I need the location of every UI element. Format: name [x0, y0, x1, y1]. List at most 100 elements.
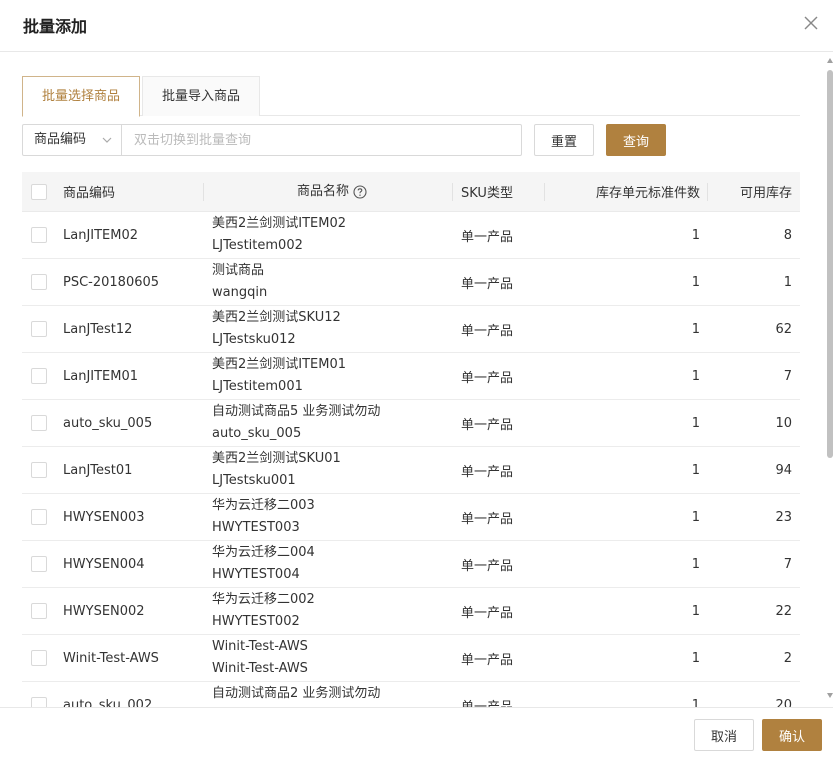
- scrollbar-thumb[interactable]: [827, 70, 833, 458]
- cell-name-primary: 华为云迁移二002: [212, 592, 315, 607]
- cell-name-primary: 美西2兰剑测试ITEM02: [212, 216, 347, 231]
- cell-name-primary: 美西2兰剑测试SKU12: [212, 310, 341, 325]
- cell-name-primary: 华为云迁移二003: [212, 498, 315, 513]
- column-resize-handle[interactable]: [544, 183, 545, 201]
- table-row[interactable]: LanJITEM01 美西2兰剑测试ITEM01 LJTestitem001 单…: [22, 353, 800, 400]
- row-checkbox[interactable]: [31, 415, 47, 431]
- cancel-button[interactable]: 取消: [694, 719, 754, 751]
- reset-button[interactable]: 重置: [534, 124, 594, 156]
- cell-available: 62: [775, 321, 792, 337]
- cell-name-secondary: LJTestitem002: [212, 238, 303, 253]
- search-field-select[interactable]: 商品编码: [22, 124, 122, 156]
- cell-name-primary: 华为云迁移二004: [212, 545, 315, 560]
- row-checkbox-cell: [31, 447, 47, 493]
- cell-name-secondary: LJTestsku012: [212, 332, 296, 347]
- header-name-label: 商品名称: [296, 183, 349, 199]
- tab-bar: 批量选择商品 批量导入商品: [22, 76, 800, 117]
- header-name: 商品名称: [212, 172, 452, 211]
- cell-name-secondary: wangqin: [212, 285, 268, 300]
- help-icon[interactable]: [353, 184, 367, 199]
- table-row[interactable]: LanJTest12 美西2兰剑测试SKU12 LJTestsku012 单一产…: [22, 306, 800, 353]
- search-field-select-value: 商品编码: [34, 132, 87, 147]
- cell-code: LanJITEM02: [63, 227, 139, 243]
- cell-std-count: 1: [691, 603, 700, 619]
- cell-sku-type: 单一产品: [461, 605, 514, 621]
- cell-sku-type: 单一产品: [461, 417, 514, 433]
- cell-name: 美西2兰剑测试ITEM01 LJTestitem001: [212, 353, 452, 399]
- row-checkbox[interactable]: [31, 321, 47, 337]
- query-button[interactable]: 查询: [606, 124, 666, 156]
- cell-std-count: 1: [691, 556, 700, 572]
- cell-code: auto_sku_005: [63, 415, 153, 431]
- table-row[interactable]: PSC-20180605 测试商品 wangqin 单一产品 1 1: [22, 259, 800, 306]
- cell-name-secondary: LJTestsku001: [212, 473, 296, 488]
- cell-code: LanJTest12: [63, 321, 133, 337]
- dialog-body: 批量选择商品 批量导入商品 商品编码 重置 查询 商品编码 商品名称: [0, 52, 826, 708]
- row-checkbox[interactable]: [31, 603, 47, 619]
- select-all-checkbox[interactable]: [31, 183, 47, 200]
- tab-batch-import[interactable]: 批量导入商品: [142, 76, 260, 116]
- cell-std-count: 1: [691, 650, 700, 666]
- cell-std-count: 1: [691, 462, 700, 478]
- cell-available: 7: [783, 556, 792, 572]
- close-icon[interactable]: [801, 13, 821, 33]
- row-checkbox-cell: [31, 635, 47, 681]
- cell-code: HWYSEN003: [63, 509, 145, 525]
- cell-name: 自动测试商品2 业务测试勿动 auto_sku_002: [212, 682, 452, 708]
- scroll-down-arrow-icon[interactable]: [827, 693, 833, 698]
- cell-available: 10: [775, 415, 792, 431]
- table-row[interactable]: LanJTest01 美西2兰剑测试SKU01 LJTestsku001 单一产…: [22, 447, 800, 494]
- row-checkbox[interactable]: [31, 650, 47, 666]
- header-available: 可用库存: [739, 186, 792, 201]
- cell-name-secondary: HWYTEST003: [212, 520, 300, 535]
- cell-code: LanJTest01: [63, 462, 133, 478]
- column-resize-handle[interactable]: [452, 183, 453, 201]
- cell-name: 测试商品 wangqin: [212, 259, 452, 305]
- cell-available: 2: [783, 650, 792, 666]
- cell-sku-type: 单一产品: [461, 558, 514, 574]
- table-row[interactable]: Winit-Test-AWS Winit-Test-AWS Winit-Test…: [22, 635, 800, 682]
- cell-name: 自动测试商品5 业务测试勿动 auto_sku_005: [212, 400, 452, 446]
- table-row[interactable]: auto_sku_005 自动测试商品5 业务测试勿动 auto_sku_005…: [22, 400, 800, 447]
- table-row[interactable]: HWYSEN003 华为云迁移二003 HWYTEST003 单一产品 1 23: [22, 494, 800, 541]
- cell-name-primary: 美西2兰剑测试SKU01: [212, 451, 341, 466]
- header-std-count: 库存单元标准件数: [595, 186, 700, 201]
- table-row[interactable]: LanJITEM02 美西2兰剑测试ITEM02 LJTestitem002 单…: [22, 212, 800, 259]
- cell-sku-type: 单一产品: [461, 229, 514, 245]
- row-checkbox[interactable]: [31, 227, 47, 243]
- cell-name-secondary: HWYTEST004: [212, 567, 300, 582]
- tab-batch-select[interactable]: 批量选择商品: [22, 76, 140, 117]
- dialog-footer: 取消 确认: [0, 707, 833, 761]
- row-checkbox[interactable]: [31, 274, 47, 290]
- cell-name-primary: Winit-Test-AWS: [212, 639, 308, 654]
- scroll-up-arrow-icon[interactable]: [827, 58, 833, 63]
- cell-std-count: 1: [691, 697, 700, 709]
- header-sku-type: SKU类型: [461, 186, 513, 201]
- cell-name: 美西2兰剑测试SKU12 LJTestsku012: [212, 306, 452, 352]
- search-bar: 商品编码 重置 查询: [22, 124, 802, 156]
- row-checkbox[interactable]: [31, 368, 47, 384]
- cell-name: 美西2兰剑测试ITEM02 LJTestitem002: [212, 212, 452, 258]
- cell-std-count: 1: [691, 368, 700, 384]
- table-row[interactable]: HWYSEN004 华为云迁移二004 HWYTEST004 单一产品 1 7: [22, 541, 800, 588]
- column-resize-handle[interactable]: [203, 183, 204, 201]
- cell-code: auto_sku_002: [63, 697, 153, 709]
- cell-code: Winit-Test-AWS: [63, 650, 159, 666]
- header-checkbox-cell: [31, 172, 47, 211]
- row-checkbox[interactable]: [31, 462, 47, 478]
- cell-name-primary: 自动测试商品2 业务测试勿动: [212, 686, 381, 701]
- cell-available: 1: [783, 274, 792, 290]
- row-checkbox[interactable]: [31, 556, 47, 572]
- cell-std-count: 1: [691, 227, 700, 243]
- cell-std-count: 1: [691, 509, 700, 525]
- cell-name-secondary: Winit-Test-AWS: [212, 661, 308, 676]
- cell-available: 94: [775, 462, 792, 478]
- table-row[interactable]: auto_sku_002 自动测试商品2 业务测试勿动 auto_sku_002…: [22, 682, 800, 708]
- row-checkbox-cell: [31, 541, 47, 587]
- table-row[interactable]: HWYSEN002 华为云迁移二002 HWYTEST002 单一产品 1 22: [22, 588, 800, 635]
- row-checkbox-cell: [31, 353, 47, 399]
- cell-code: HWYSEN004: [63, 556, 145, 572]
- row-checkbox[interactable]: [31, 509, 47, 525]
- search-input[interactable]: [121, 124, 522, 156]
- confirm-button[interactable]: 确认: [762, 719, 822, 751]
